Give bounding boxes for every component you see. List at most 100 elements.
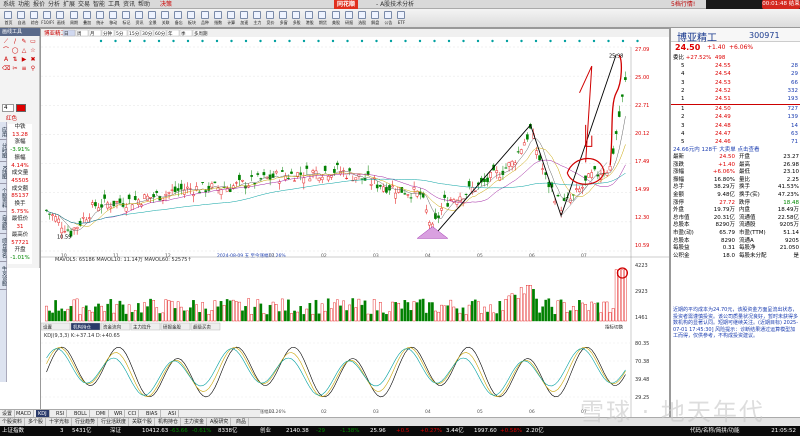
- event-marker-icon[interactable]: [114, 39, 117, 43]
- draw-tool-icon[interactable]: ⇅: [11, 56, 19, 63]
- ticker-item[interactable]: 25.96: [370, 426, 386, 436]
- color-swatch[interactable]: [16, 104, 26, 112]
- toolbar-button[interactable]: 综合: [28, 10, 41, 27]
- toolbar-button[interactable]: 竞价: [264, 10, 277, 27]
- event-marker-icon[interactable]: [592, 39, 596, 43]
- ticker-item[interactable]: -0.61%: [192, 426, 211, 436]
- event-marker-icon[interactable]: [346, 39, 349, 43]
- toolbar-button[interactable]: 板块: [185, 10, 198, 27]
- strip-tab[interactable]: 综合排名: [0, 234, 7, 262]
- indicator-switch-button[interactable]: 指标切换: [605, 324, 623, 331]
- toolbar-button[interactable]: 首页: [2, 10, 15, 27]
- draw-tool-icon[interactable]: ◯: [11, 47, 19, 54]
- ticker-item[interactable]: -29: [316, 426, 325, 436]
- strip-tab[interactable]: 自选股: [0, 212, 7, 234]
- draw-tool-icon[interactable]: △: [20, 47, 28, 54]
- toolbar-button[interactable]: 期货: [316, 10, 329, 27]
- freehand-arrow-annotation[interactable]: [579, 65, 593, 163]
- toolbar-button[interactable]: 叠加: [81, 10, 94, 27]
- event-marker-icon[interactable]: [244, 39, 248, 43]
- menu-item[interactable]: 分析: [48, 0, 60, 9]
- toolbar-button[interactable]: 标记: [120, 10, 133, 27]
- ticker-item[interactable]: -1.38%: [340, 426, 359, 436]
- ticker-item[interactable]: +0.5: [396, 426, 409, 436]
- toolbar-button[interactable]: 自选: [15, 10, 28, 27]
- menu-item[interactable]: 系统: [3, 0, 15, 9]
- draw-tool-icon[interactable]: ✎: [20, 38, 28, 45]
- event-marker-icon[interactable]: [360, 39, 364, 43]
- ticker-item[interactable]: 8338亿: [218, 426, 238, 436]
- toolbar-button[interactable]: 指数: [212, 10, 225, 27]
- draw-tool-icon[interactable]: ≡: [20, 65, 28, 72]
- kline-chart-svg[interactable]: 博亚精工日周月分钟 5分 15分 30分 60分年季多周期27.0925.0022.71…: [41, 29, 670, 430]
- event-marker-icon[interactable]: [331, 39, 335, 43]
- event-marker-icon[interactable]: [491, 39, 494, 43]
- event-marker-icon[interactable]: [520, 39, 523, 43]
- strip-tab[interactable]: K线图: [0, 162, 7, 184]
- event-marker-icon[interactable]: [128, 39, 132, 43]
- toolbar-button[interactable]: 计算: [225, 10, 238, 27]
- event-marker-icon[interactable]: [273, 39, 277, 43]
- toolbar-button[interactable]: 画线: [54, 10, 67, 27]
- order-buy-row[interactable]: 1 24.50 727: [671, 105, 800, 113]
- draw-tool-icon[interactable]: ⌫: [2, 65, 10, 72]
- toolbar-button[interactable]: 港股: [303, 10, 316, 27]
- ticker-item[interactable]: +0.27%: [420, 426, 442, 436]
- menu-item[interactable]: 功能: [18, 0, 30, 9]
- ticker-item[interactable]: 10412.63: [142, 426, 168, 436]
- event-marker-icon[interactable]: [447, 39, 451, 43]
- toolbar-button[interactable]: 统计: [94, 10, 107, 27]
- draw-tool-icon[interactable]: A: [2, 56, 10, 63]
- event-marker-icon[interactable]: [433, 39, 436, 43]
- toolbar-button[interactable]: 公告: [382, 10, 395, 27]
- toolbar-button[interactable]: 资讯: [133, 10, 146, 27]
- menu-item[interactable]: 智能: [93, 0, 105, 9]
- toolbar-button[interactable]: 全景: [146, 10, 159, 27]
- strip-tab[interactable]: 分时图: [0, 140, 7, 162]
- menu-item[interactable]: 资讯: [123, 0, 135, 9]
- menu-item[interactable]: 工具: [108, 0, 120, 9]
- order-buy-row[interactable]: 2 24.49 139: [671, 113, 800, 121]
- draw-tool-icon[interactable]: ☆: [29, 47, 37, 54]
- order-sell-row[interactable]: 3 24.53 66: [671, 79, 800, 87]
- draw-tool-icon[interactable]: ✂: [11, 65, 19, 72]
- toolbar-button[interactable]: F10/F9: [41, 10, 54, 27]
- event-marker-icon[interactable]: [157, 39, 161, 43]
- event-marker-icon[interactable]: [578, 39, 581, 43]
- ticker-item[interactable]: 深证: [110, 426, 121, 436]
- ticker-item[interactable]: 3: [60, 426, 64, 436]
- menu-item[interactable]: 报价: [33, 0, 45, 9]
- toolbar-button[interactable]: ETF: [395, 10, 408, 27]
- event-marker-icon[interactable]: [215, 39, 219, 43]
- event-marker-icon[interactable]: [462, 39, 465, 43]
- event-marker-icon[interactable]: [143, 39, 146, 43]
- ticker-item[interactable]: +0.58%: [500, 426, 522, 436]
- ticker-item[interactable]: 上证指数: [2, 426, 24, 436]
- event-marker-icon[interactable]: [607, 39, 610, 43]
- ticker-item[interactable]: 代码/名称/简拼/功能: [690, 426, 740, 436]
- toolbar-button[interactable]: 移动: [107, 10, 120, 27]
- toolbar-button[interactable]: 主力: [251, 10, 264, 27]
- menu-item[interactable]: 交易: [78, 0, 90, 9]
- toolbar-button[interactable]: 加速: [238, 10, 251, 27]
- freehand-curve-annotation[interactable]: [609, 55, 622, 166]
- event-marker-icon[interactable]: [230, 39, 233, 43]
- strip-tab[interactable]: 应用: [0, 124, 7, 140]
- event-marker-icon[interactable]: [375, 39, 378, 43]
- draw-tool-icon[interactable]: ⚲: [29, 65, 37, 72]
- ticker-item[interactable]: 2140.38: [286, 426, 309, 436]
- toolbar-button[interactable]: 多股: [290, 10, 303, 27]
- order-buy-row[interactable]: 4 24.47 63: [671, 130, 800, 138]
- kline-chart[interactable]: 博亚精工日周月分钟 5分 15分 30分 60分年季多周期 27.09 25.00 22.71…: [40, 28, 670, 430]
- event-marker-icon[interactable]: [259, 39, 262, 43]
- draw-tool-icon[interactable]: ⌒: [2, 47, 10, 54]
- draw-tool-icon[interactable]: ▶: [20, 56, 28, 63]
- order-buy-row[interactable]: 5 24.46 71: [671, 138, 800, 146]
- event-marker-icon[interactable]: [302, 39, 306, 43]
- ticker-item[interactable]: 2.20亿: [526, 426, 544, 436]
- event-marker-icon[interactable]: [404, 39, 407, 43]
- toolbar-button[interactable]: 周期: [68, 10, 81, 27]
- toolbar-button[interactable]: 选股: [356, 10, 369, 27]
- toolbar-button[interactable]: 备忘: [172, 10, 185, 27]
- toolbar-button[interactable]: 关联: [159, 10, 172, 27]
